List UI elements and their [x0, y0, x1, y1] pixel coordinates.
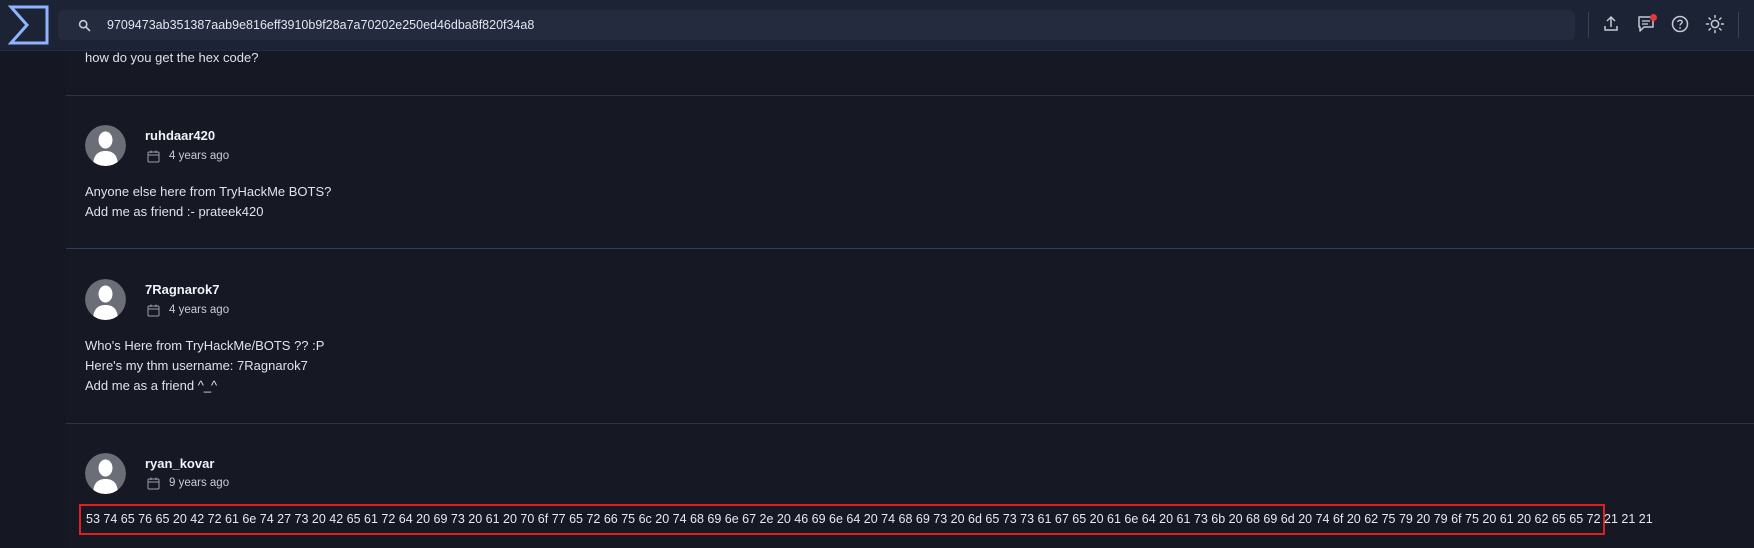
comment-divider: [66, 423, 1754, 424]
avatar[interactable]: [85, 453, 126, 494]
comment-body-line: Who's Here from TryHackMe/BOTS ?? :P: [85, 338, 325, 353]
comment-body: how do you get the hex code?: [85, 50, 259, 65]
comment-username[interactable]: ryan_kovar: [145, 456, 214, 471]
comment-divider: [66, 248, 1754, 249]
hex-code-text: 53 74 65 76 65 20 42 72 61 6e 74 27 73 2…: [86, 512, 1653, 526]
comment-timestamp: 4 years ago: [169, 304, 230, 316]
comment-body-line: Add me as a friend ^_^: [85, 378, 218, 393]
calendar-icon: [147, 150, 160, 163]
comment-username[interactable]: ruhdaar420: [145, 128, 215, 143]
search-icon: [78, 19, 91, 32]
comment-body-line: Add me as friend :- prateek420: [85, 204, 264, 219]
logo-icon[interactable]: [8, 5, 50, 45]
comment-timestamp: 9 years ago: [169, 477, 230, 489]
top-bar: 9709473ab351387aab9e816eff3910b9f28a7a70…: [0, 0, 1754, 51]
search-bar[interactable]: 9709473ab351387aab9e816eff3910b9f28a7a70…: [58, 10, 1575, 40]
comment-username[interactable]: 7Ragnarok7: [145, 282, 219, 297]
highlighted-hex-message: 53 74 65 76 65 20 42 72 61 6e 74 27 73 2…: [79, 504, 1653, 535]
notification-dot: [1650, 14, 1657, 21]
search-input[interactable]: 9709473ab351387aab9e816eff3910b9f28a7a70…: [107, 10, 534, 40]
comment-timestamp: 4 years ago: [169, 150, 230, 162]
comment-body-line: Anyone else here from TryHackMe BOTS?: [85, 184, 332, 199]
toolbar-separator: [1738, 12, 1739, 38]
avatar[interactable]: [85, 125, 126, 166]
calendar-icon: [147, 477, 160, 490]
comments-panel: [66, 51, 1754, 548]
theme-icon[interactable]: [1705, 14, 1725, 34]
calendar-icon: [147, 304, 160, 317]
help-icon[interactable]: [1670, 14, 1690, 34]
comment-divider: [66, 95, 1754, 96]
left-rail: [0, 51, 66, 548]
avatar[interactable]: [85, 279, 126, 320]
upload-icon[interactable]: [1601, 14, 1621, 34]
toolbar-separator: [1588, 12, 1589, 38]
comment-body-line: Here's my thm username: 7Ragnarok7: [85, 358, 308, 373]
